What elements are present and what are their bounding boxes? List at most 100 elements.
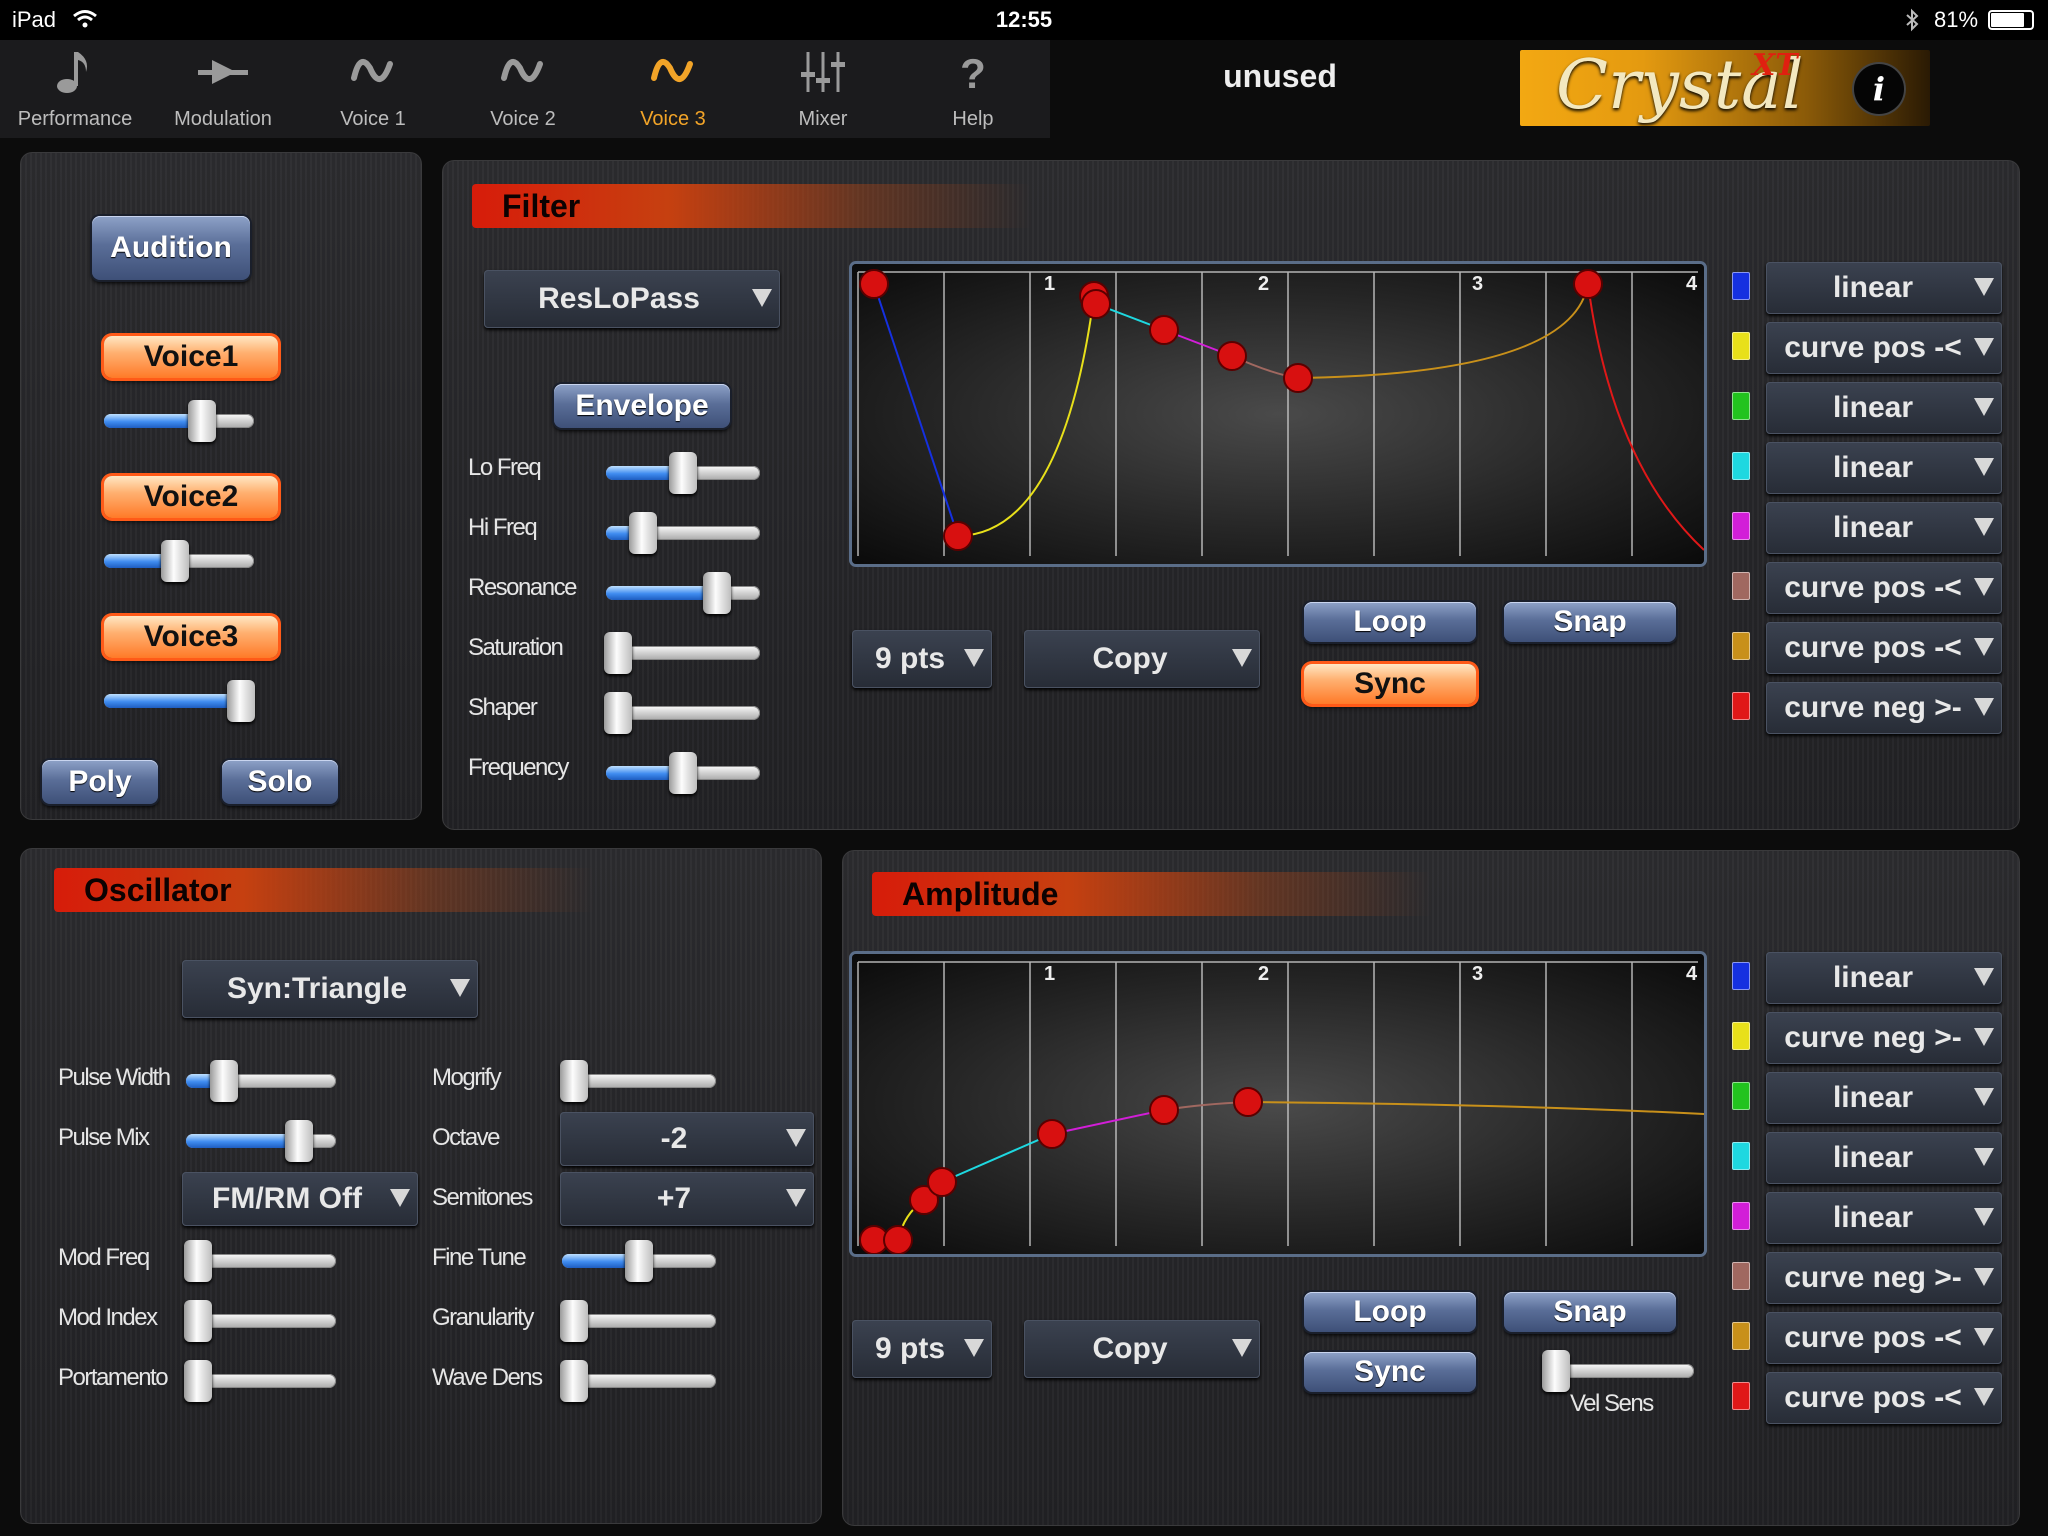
filter-sync-button[interactable]: Sync [1304,664,1476,704]
amplitude-title: Amplitude [872,872,1432,916]
wave-dens-slider[interactable] [560,1358,716,1404]
filter-loop-button[interactable]: Loop [1304,602,1476,642]
curve-type-dropdown[interactable]: curve pos -< [1766,1372,2002,1424]
curve-type-dropdown[interactable]: linear [1766,442,2002,494]
frequency-label: Frequency [468,754,569,781]
resonance-slider[interactable] [606,570,760,616]
envelope-point[interactable] [927,1167,957,1197]
tab-label: Performance [17,108,133,130]
curve-type-dropdown[interactable]: linear [1766,262,2002,314]
chevron-down-icon [1974,1328,1994,1346]
audition-button[interactable]: Audition [92,216,250,280]
octave-dropdown[interactable]: -2 [560,1112,814,1166]
voice3-button[interactable]: Voice3 [104,616,278,658]
tab-voice-1[interactable]: Voice 1 [298,40,448,138]
curve-type-dropdown[interactable]: linear [1766,502,2002,554]
wave-dropdown[interactable]: Syn:Triangle [182,960,478,1018]
mod-index-slider[interactable] [184,1298,336,1344]
hi-freq-slider[interactable] [606,510,760,556]
curve-type-dropdown[interactable]: curve pos -< [1766,322,2002,374]
envelope-point[interactable] [1573,269,1603,299]
envelope-point[interactable] [943,521,973,551]
tab-voice-2[interactable]: Voice 2 [448,40,598,138]
chevron-down-icon [752,289,772,307]
mod-freq-slider[interactable] [184,1238,336,1284]
voice1-level-slider[interactable] [104,398,254,444]
poly-button[interactable]: Poly [42,760,158,804]
curve-row: linear [1732,1070,2012,1126]
envelope-point[interactable] [859,269,889,299]
pulse-mix-slider[interactable] [186,1118,336,1164]
envelope-button[interactable]: Envelope [554,384,730,428]
voice1-button[interactable]: Voice1 [104,336,278,378]
amplitude-snap-button[interactable]: Snap [1504,1292,1676,1332]
curve-type-dropdown[interactable]: curve pos -< [1766,562,2002,614]
tab-mixer[interactable]: Mixer [748,40,898,138]
semitones-dropdown[interactable]: +7 [560,1172,814,1226]
curve-type-dropdown[interactable]: linear [1766,1192,2002,1244]
portamento-slider[interactable] [184,1358,336,1404]
granularity-slider[interactable] [560,1298,716,1344]
curve-type-value: curve pos -< [1784,631,1962,664]
tab-modulation[interactable]: Modulation [148,40,298,138]
curve-type-dropdown[interactable]: linear [1766,1132,2002,1184]
filter-snap-button[interactable]: Snap [1504,602,1676,642]
envelope-point[interactable] [1149,315,1179,345]
solo-button[interactable]: Solo [222,760,338,804]
filter-points-dropdown[interactable]: 9 pts [852,630,992,688]
voice2-level-slider[interactable] [104,538,254,584]
filter-copy-dropdown[interactable]: Copy [1024,630,1260,688]
curve-color-swatch [1732,1382,1750,1410]
envelope-point[interactable] [1149,1095,1179,1125]
curve-color-swatch [1732,1202,1750,1230]
semitones-value: +7 [656,1182,692,1215]
envelope-point[interactable] [1233,1087,1263,1117]
envelope-point[interactable] [1217,341,1247,371]
curve-type-dropdown[interactable]: curve neg >- [1766,682,2002,734]
curve-type-dropdown[interactable]: curve pos -< [1766,622,2002,674]
amplitude-sync-button[interactable]: Sync [1304,1352,1476,1392]
envelope-point[interactable] [1037,1119,1067,1149]
curve-type-dropdown[interactable]: curve neg >- [1766,1252,2002,1304]
shaper-slider[interactable] [604,690,760,736]
tab-performance[interactable]: Performance [0,40,150,138]
envelope-point[interactable] [1283,363,1313,393]
curve-type-dropdown[interactable]: linear [1766,952,2002,1004]
tab-label: Help [952,108,994,130]
marker-2: 2 [1258,273,1269,295]
amplitude-envelope-canvas[interactable]: 1 2 3 4 [852,954,1704,1254]
marker-1: 1 [1044,963,1055,985]
voice2-button[interactable]: Voice2 [104,476,278,518]
amplitude-envelope-graph[interactable]: 1 2 3 4 [852,954,1704,1254]
pulse-width-slider[interactable] [186,1058,336,1104]
curve-type-dropdown[interactable]: linear [1766,382,2002,434]
envelope-point[interactable] [1081,289,1111,319]
saturation-slider[interactable] [604,630,760,676]
chevron-down-icon [786,1189,806,1207]
filter-type-dropdown[interactable]: ResLoPass [484,270,780,328]
lo-freq-slider[interactable] [606,450,760,496]
curve-color-swatch [1732,392,1750,420]
svg-text:?: ? [960,50,986,96]
vel-sens-slider[interactable] [1542,1348,1694,1394]
info-button[interactable]: i [1854,64,1904,114]
envelope-point[interactable] [883,1225,913,1254]
tab-help[interactable]: ? Help [898,40,1048,138]
fmrm-dropdown[interactable]: FM/RM Off [182,1172,418,1226]
mogrify-slider[interactable] [560,1058,716,1104]
filter-envelope-canvas[interactable]: 1 2 3 4 [852,264,1704,564]
tab-voice-3[interactable]: Voice 3 [598,40,748,138]
amplitude-points-dropdown[interactable]: 9 pts [852,1320,992,1378]
voice3-level-slider[interactable] [104,678,255,724]
marker-4: 4 [1686,963,1698,985]
points-value: 9 pts [874,642,946,675]
curve-type-dropdown[interactable]: curve neg >- [1766,1012,2002,1064]
amplitude-loop-button[interactable]: Loop [1304,1292,1476,1332]
curve-type-dropdown[interactable]: linear [1766,1072,2002,1124]
frequency-slider[interactable] [606,750,760,796]
amplitude-copy-dropdown[interactable]: Copy [1024,1320,1260,1378]
fine-tune-slider[interactable] [562,1238,716,1284]
curve-type-dropdown[interactable]: curve pos -< [1766,1312,2002,1364]
filter-envelope-graph[interactable]: 1 2 3 4 [852,264,1704,564]
octave-label: Octave [432,1124,501,1151]
